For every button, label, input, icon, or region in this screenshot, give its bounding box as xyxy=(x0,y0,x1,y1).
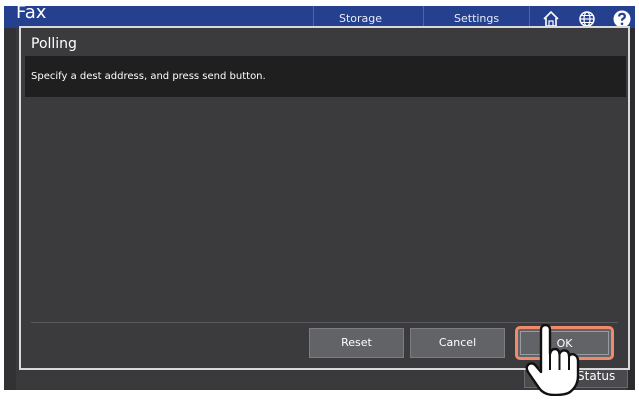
app-header: Fax Storage Settings xyxy=(4,6,635,28)
divider xyxy=(31,322,618,323)
tab-storage[interactable]: Storage xyxy=(339,12,382,25)
header-divider xyxy=(529,6,530,28)
header-divider xyxy=(423,6,424,28)
message-bar: Specify a dest address, and press send b… xyxy=(25,56,626,97)
dialog-title: Polling xyxy=(31,36,77,52)
header-divider xyxy=(313,6,314,28)
polling-dialog: Polling Specify a dest address, and pres… xyxy=(19,26,630,370)
app-title: Fax xyxy=(16,6,47,23)
tab-settings[interactable]: Settings xyxy=(454,12,499,25)
reset-button[interactable]: Reset xyxy=(309,328,404,358)
background-panel xyxy=(4,28,16,390)
instruction-message: Specify a dest address, and press send b… xyxy=(31,71,266,82)
pointer-hand-icon xyxy=(525,324,580,396)
cancel-button[interactable]: Cancel xyxy=(410,328,505,358)
